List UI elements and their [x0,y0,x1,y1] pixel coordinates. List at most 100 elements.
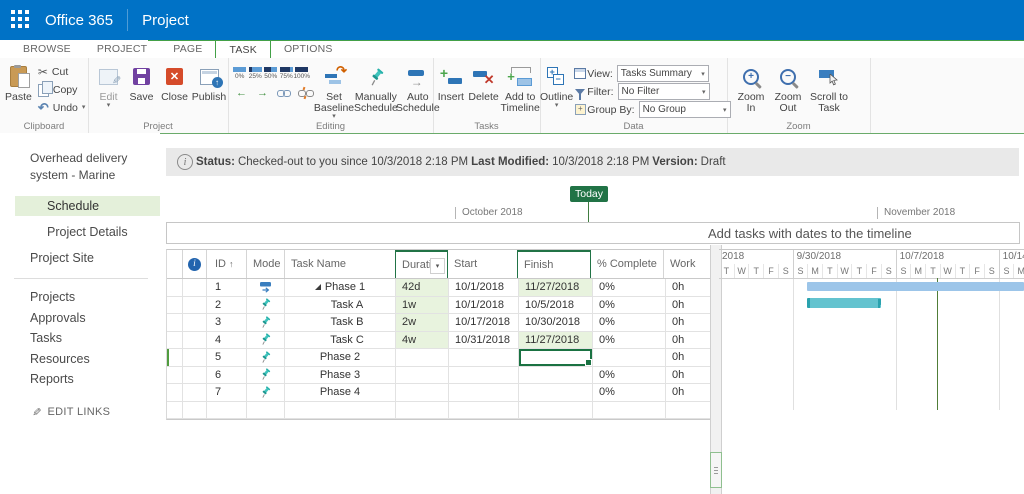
pct-complete-cell[interactable]: 0% [593,367,666,384]
fill-handle[interactable] [585,359,592,366]
close-button[interactable]: ✕ Close [158,58,191,109]
link-tasks-button[interactable] [274,84,293,101]
manually-schedule-button[interactable]: Manually Schedule [354,58,398,120]
group-by-dropdown[interactable]: No Group▾ [639,101,731,118]
tab-project[interactable]: PROJECT [84,40,160,58]
set-baseline-button[interactable]: ↷ Set Baseline ▾ [314,58,354,120]
pct-complete-cell[interactable]: 0% [593,297,666,314]
task-name-cell[interactable]: Phase 2 [285,349,396,366]
gantt-bar-phase-1[interactable] [807,282,1024,291]
finish-cell[interactable]: 10/5/2018 [519,297,593,314]
mode-cell[interactable] [247,402,285,419]
pct-complete-cell[interactable] [593,349,666,366]
duration-cell[interactable] [396,402,449,419]
product-title[interactable]: Project [142,12,189,29]
sidebar-item-approvals[interactable]: Approvals [0,308,160,329]
scroll-to-task-button[interactable]: Scroll to Task [807,58,851,114]
tab-page[interactable]: PAGE [160,40,215,58]
duration-cell[interactable] [396,367,449,384]
task-name-cell[interactable]: Task A [285,297,396,314]
copy-button[interactable]: Copy [38,81,86,99]
work-cell[interactable]: 0h [666,332,711,349]
row-select-cell[interactable] [167,279,183,296]
id-column-header[interactable]: ID↑ [207,250,247,278]
task-name-cell[interactable] [285,402,396,419]
row-select-cell[interactable] [167,384,183,401]
mode-cell[interactable] [247,349,285,366]
task-name-cell[interactable]: Task C [285,332,396,349]
row-select-cell[interactable] [167,349,183,366]
task-name-column-header[interactable]: Task Name [285,250,396,278]
duration-cell[interactable]: 4w [396,332,449,349]
work-cell[interactable]: 0h [666,367,711,384]
splitter-handle[interactable] [710,452,722,488]
gantt-bar-task-a[interactable] [807,298,881,308]
sidebar-item-resources[interactable]: Resources [0,349,160,370]
mode-cell[interactable] [247,332,285,349]
sidebar-item-schedule[interactable]: Schedule [15,196,160,216]
info-cell[interactable] [183,279,207,296]
info-cell[interactable] [183,314,207,331]
work-cell[interactable] [666,402,711,419]
save-button[interactable]: Save [125,58,158,109]
publish-button[interactable]: Publish [191,58,227,109]
mode-column-header[interactable]: Mode [247,250,285,278]
mode-cell[interactable] [247,314,285,331]
info-cell[interactable] [183,367,207,384]
undo-button[interactable]: ↶Undo▾ [38,99,86,117]
outline-button[interactable]: +− Outline ▾ [540,58,573,118]
timeline-widget[interactable]: Add tasks with dates to the timeline [166,222,1020,244]
sidebar-item-project-details[interactable]: Project Details [0,222,160,242]
auto-schedule-button[interactable]: → Auto Schedule [398,58,438,120]
row-select-header[interactable] [167,250,183,278]
mode-cell[interactable] [247,279,285,296]
mode-cell[interactable] [247,384,285,401]
task-name-cell[interactable]: Phase 1 [285,279,396,296]
id-cell[interactable]: 1 [207,279,247,296]
finish-cell[interactable] [519,349,593,366]
zoom-in-button[interactable]: + Zoom In [733,58,769,114]
finish-cell[interactable] [519,367,593,384]
work-cell[interactable]: 0h [666,279,711,296]
info-cell[interactable] [183,349,207,366]
finish-cell[interactable]: 11/27/2018 [519,332,593,349]
duration-cell[interactable] [396,349,449,366]
work-cell[interactable]: 0h [666,297,711,314]
start-cell[interactable]: 10/1/2018 [449,297,519,314]
percent-50-button[interactable]: 50% [263,64,279,80]
add-to-timeline-button[interactable]: + Add to Timeline [500,58,540,114]
percent-75-button[interactable]: 75% [279,64,295,80]
task-name-cell[interactable]: Phase 3 [285,367,396,384]
id-cell[interactable]: 6 [207,367,247,384]
percent-25-button[interactable]: 25% [248,64,264,80]
work-cell[interactable]: 0h [666,314,711,331]
work-column-header[interactable]: Work [664,250,709,278]
tab-browse[interactable]: BROWSE [10,40,84,58]
duration-cell[interactable]: 2w [396,314,449,331]
mode-cell[interactable] [247,297,285,314]
start-cell[interactable] [449,402,519,419]
finish-cell[interactable] [519,402,593,419]
start-cell[interactable]: 10/17/2018 [449,314,519,331]
pct-complete-cell[interactable]: 0% [593,314,666,331]
duration-cell[interactable]: 1w [396,297,449,314]
finish-cell[interactable]: 11/27/2018 [519,279,593,296]
pct-complete-cell[interactable]: 0% [593,384,666,401]
start-column-header[interactable]: Start [448,250,518,278]
office-365-brand[interactable]: Office 365 [45,12,113,29]
id-cell[interactable]: 4 [207,332,247,349]
edit-button[interactable]: Edit ▾ [92,58,125,109]
row-select-cell[interactable] [167,314,183,331]
start-cell[interactable]: 10/1/2018 [449,279,519,296]
outdent-button[interactable]: ← [232,84,251,101]
id-cell[interactable]: 7 [207,384,247,401]
insert-button[interactable]: + Insert [435,58,467,114]
sidebar-item-projects[interactable]: Projects [0,287,160,308]
row-select-cell[interactable] [167,367,183,384]
work-cell[interactable]: 0h [666,384,711,401]
collapse-triangle-icon[interactable] [315,284,321,290]
indent-button[interactable]: → [253,84,272,101]
view-dropdown[interactable]: Tasks Summary▾ [617,65,709,82]
edit-links-button[interactable]: ✎ EDIT LINKS [32,406,160,419]
percent-100-button[interactable]: 100% [294,64,310,80]
